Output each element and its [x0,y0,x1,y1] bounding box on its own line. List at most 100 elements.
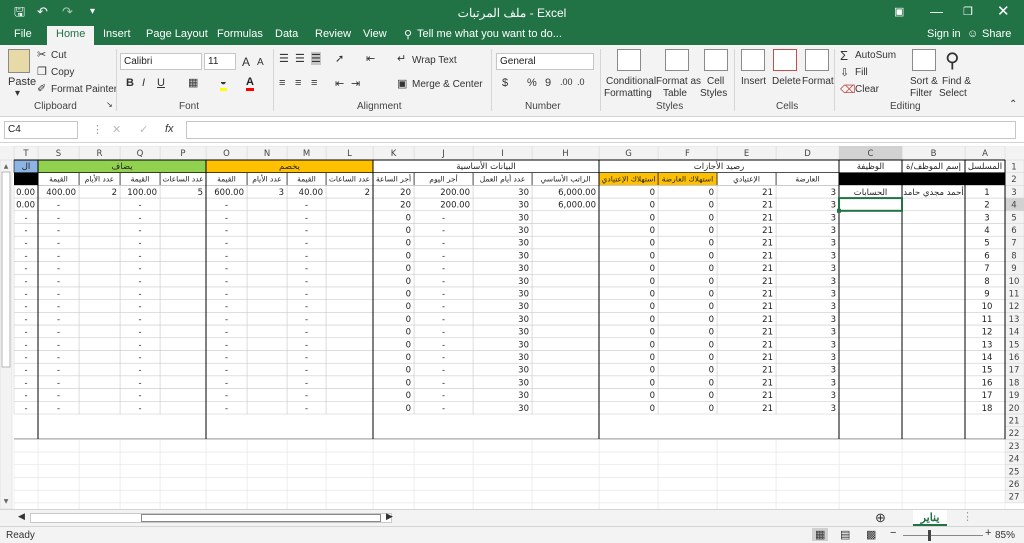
cell[interactable] [246,286,288,300]
cell[interactable] [901,235,966,250]
zoom-slider-thumb[interactable] [928,530,931,541]
cell[interactable] [325,274,374,288]
cell[interactable] [325,235,374,250]
empty-cell[interactable] [286,451,327,466]
empty-cell[interactable] [286,489,327,504]
empty-cell[interactable] [964,477,1006,491]
empty-cell[interactable] [13,439,39,453]
cell[interactable] [901,350,966,364]
cell[interactable] [775,401,840,415]
cell[interactable] [159,350,207,364]
cell-styles-icon[interactable] [704,49,728,71]
cell[interactable] [159,197,207,212]
underline-button[interactable]: U [157,77,165,89]
cell[interactable] [838,235,903,250]
cell[interactable] [901,401,966,415]
empty-cell[interactable] [119,464,161,478]
empty-cell[interactable] [325,464,374,478]
scrollbar-thumb[interactable] [1,171,11,368]
empty-cell[interactable] [13,477,39,491]
cell[interactable] [531,235,600,250]
empty-cell[interactable] [413,451,474,466]
empty-cell[interactable] [119,439,161,453]
tab-page-layout[interactable]: Page Layout [146,28,208,40]
cell[interactable] [78,223,121,237]
empty-cell[interactable] [372,439,415,453]
clear-button[interactable]: Clear [855,84,879,95]
cell[interactable] [325,362,374,377]
cell[interactable] [838,312,903,326]
increase-decimal-icon[interactable]: .00 [560,77,573,87]
cell[interactable] [775,248,840,262]
cell[interactable] [901,362,966,377]
empty-cell[interactable] [775,477,840,491]
cell-styles-label2[interactable]: Styles [700,88,727,99]
cell[interactable] [78,210,121,224]
insert-cells-icon[interactable] [741,49,765,71]
empty-cell[interactable] [413,439,474,453]
empty-cell[interactable] [286,464,327,478]
empty-cell[interactable] [838,489,903,504]
empty-cell[interactable] [13,489,39,504]
find-select-button[interactable]: Find & [942,76,971,87]
empty-cell[interactable] [657,489,718,504]
align-left-icon[interactable]: ≡ [279,77,285,89]
cell[interactable] [246,248,288,262]
orientation-icon[interactable]: ➚ [335,52,344,65]
empty-cell[interactable] [372,451,415,466]
cell[interactable] [325,197,374,212]
cell[interactable] [159,324,207,339]
empty-cell[interactable] [78,464,121,478]
empty-cell[interactable] [901,477,966,491]
cell[interactable] [325,337,374,351]
cell[interactable] [159,388,207,402]
cell[interactable] [775,210,840,224]
sheet-tab-january[interactable]: يناير [913,510,947,526]
empty-cell[interactable] [246,477,288,491]
cell[interactable] [78,388,121,402]
paste-icon[interactable] [8,49,30,73]
empty-cell[interactable] [205,439,248,453]
empty-cell[interactable] [657,451,718,466]
cell[interactable] [775,286,840,300]
fill-button[interactable]: Fill [855,67,868,78]
empty-cell[interactable] [78,477,121,491]
empty-cell[interactable] [78,439,121,453]
conditional-formatting-label2[interactable]: Formatting [604,88,652,99]
cut-button[interactable]: Cut [51,50,67,61]
cell[interactable] [325,350,374,364]
empty-cell[interactable] [657,464,718,478]
empty-cell[interactable] [657,439,718,453]
cell[interactable] [901,312,966,326]
empty-cell[interactable] [37,477,80,491]
cell[interactable] [901,261,966,275]
horizontal-scrollbar[interactable] [30,513,392,523]
empty-cell[interactable] [246,451,288,466]
cell[interactable] [775,235,840,250]
empty-cell[interactable] [964,439,1006,453]
cell[interactable] [838,248,903,262]
empty-cell[interactable] [838,439,903,453]
tab-formulas[interactable]: Formulas [217,28,263,40]
cell[interactable] [246,197,288,212]
cell[interactable] [531,388,600,402]
cell[interactable] [78,401,121,415]
formula-input[interactable] [186,121,1016,139]
cell[interactable] [775,261,840,275]
align-center-icon[interactable]: ≡ [295,77,301,89]
align-top-icon[interactable]: ☰ [279,52,289,65]
cell[interactable] [901,388,966,402]
decrease-indent-icon[interactable]: ⇤ [335,77,344,90]
spreadsheet-grid[interactable]: A B C D E F G H I J K L M N O P Q R S T 1 2 3 4 5 6 7 8 9 10 11 12 13 14 1… [0,146,1024,509]
cell[interactable] [775,337,840,351]
empty-cell[interactable] [901,451,966,466]
empty-cell[interactable] [325,489,374,504]
tab-file[interactable]: File [14,28,32,40]
empty-cell[interactable] [716,477,777,491]
cell[interactable] [246,375,288,389]
format-painter-button[interactable]: Format Painter [51,84,117,95]
empty-cell[interactable] [775,464,840,478]
sort-filter-icon[interactable] [912,49,936,71]
tab-review[interactable]: Review [315,28,351,40]
grow-font-icon[interactable]: A [242,55,250,69]
